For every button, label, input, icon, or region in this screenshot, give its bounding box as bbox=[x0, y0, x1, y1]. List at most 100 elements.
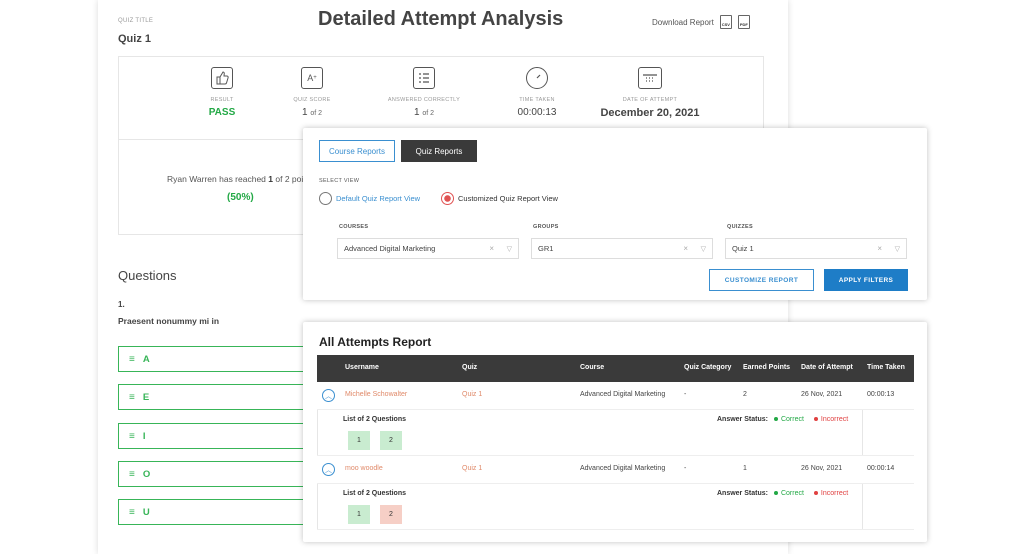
answered-correctly-value: 1 of 2 bbox=[413, 107, 435, 118]
column-header: Earned Points bbox=[743, 364, 791, 371]
course-cell: Advanced Digital Marketing bbox=[580, 465, 666, 472]
courses-select[interactable]: Advanced Digital Marketing × ▽ bbox=[337, 238, 519, 259]
answer-option[interactable]: ≡ I bbox=[118, 423, 308, 449]
answer-status-legend: Answer Status: Correct Incorrect bbox=[717, 490, 849, 497]
quiz-score-value: 1 of 2 bbox=[301, 107, 323, 118]
question-badge[interactable]: 2 bbox=[380, 431, 402, 450]
quiz-link[interactable]: Quiz 1 bbox=[462, 391, 482, 398]
username-link[interactable]: moo woodle bbox=[345, 465, 383, 472]
download-report: Download Report CSV PDF bbox=[652, 15, 750, 29]
courses-label: COURSES bbox=[339, 224, 369, 230]
category-cell: - bbox=[684, 391, 687, 398]
pdf-download-icon[interactable]: PDF bbox=[737, 15, 750, 29]
clear-icon[interactable]: × bbox=[683, 244, 688, 253]
question-badge[interactable]: 1 bbox=[348, 431, 370, 450]
question-list-label: List of 2 Questions bbox=[343, 416, 407, 423]
time-cell: 00:00:13 bbox=[867, 391, 895, 398]
question-badge[interactable]: 2 bbox=[380, 505, 402, 524]
checklist-icon bbox=[413, 67, 435, 89]
groups-select[interactable]: GR1 × ▽ bbox=[531, 238, 713, 259]
stat-time-taken: TIME TAKEN 00:00:13 bbox=[477, 67, 597, 118]
radio-customized-view[interactable]: Customized Quiz Report View bbox=[441, 192, 558, 205]
customize-report-button[interactable]: CUSTOMIZE REPORT bbox=[709, 269, 814, 291]
time-taken-value: 00:00:13 bbox=[517, 107, 557, 118]
stopwatch-icon bbox=[526, 67, 548, 89]
drag-handle-icon: ≡ bbox=[129, 353, 135, 365]
select-view-label: SELECT VIEW bbox=[319, 178, 360, 184]
date-of-attempt-value: December 20, 2021 bbox=[600, 107, 700, 119]
answer-option[interactable]: ≡ E bbox=[118, 384, 308, 410]
radio-circle bbox=[319, 192, 332, 205]
column-header: Quiz Category bbox=[684, 364, 732, 371]
stat-label: ANSWERED CORRECTLY bbox=[387, 97, 461, 103]
attempts-report-panel: All Attempts Report Username Quiz Course… bbox=[303, 322, 927, 542]
csv-download-icon[interactable]: CSV bbox=[719, 15, 732, 29]
stat-answered-correctly: ANSWERED CORRECTLY 1 of 2 bbox=[364, 67, 484, 118]
answer-option[interactable]: ≡ O bbox=[118, 461, 308, 487]
chevron-down-icon: ▽ bbox=[506, 245, 512, 253]
divider bbox=[317, 484, 318, 529]
table-row: ︿ moo woodle Quiz 1 Advanced Digital Mar… bbox=[317, 456, 914, 484]
question-badge[interactable]: 1 bbox=[348, 505, 370, 524]
quiz-title-label: QUIZ TITLE bbox=[118, 18, 154, 24]
category-cell: - bbox=[684, 465, 687, 472]
stat-label: TIME TAKEN bbox=[519, 97, 555, 103]
stat-label: DATE OF ATTEMPT bbox=[622, 97, 678, 103]
quizzes-label: QUIZZES bbox=[727, 224, 753, 230]
page-title: Detailed Attempt Analysis bbox=[318, 8, 564, 30]
quiz-link[interactable]: Quiz 1 bbox=[462, 465, 482, 472]
score-summary-box: Ryan Warren has reached 1 of 2 poi (50%) bbox=[118, 140, 328, 235]
question-number: 1. bbox=[118, 300, 125, 309]
time-cell: 00:00:14 bbox=[867, 465, 895, 472]
clear-icon[interactable]: × bbox=[877, 244, 882, 253]
question-text: Praesent nonummy mi in bbox=[118, 316, 220, 326]
clear-icon[interactable]: × bbox=[489, 244, 494, 253]
date-cell: 26 Nov, 2021 bbox=[801, 465, 843, 472]
stat-date-of-attempt: DATE OF ATTEMPT December 20, 2021 bbox=[585, 67, 715, 119]
answer-option[interactable]: ≡ U bbox=[118, 499, 308, 525]
course-cell: Advanced Digital Marketing bbox=[580, 391, 666, 398]
column-header: Time Taken bbox=[867, 364, 905, 371]
questions-heading: Questions bbox=[118, 268, 177, 283]
report-filters-panel: Course Reports Quiz Reports SELECT VIEW … bbox=[303, 128, 927, 300]
points-cell: 2 bbox=[743, 391, 747, 398]
reached-text: Ryan Warren has reached 1 of 2 poi bbox=[167, 174, 304, 184]
question-list-label: List of 2 Questions bbox=[343, 490, 407, 497]
tab-course-reports[interactable]: Course Reports bbox=[319, 140, 395, 162]
stat-quiz-score: A + QUIZ SCORE 1 of 2 bbox=[252, 67, 372, 118]
row-detail: List of 2 Questions Answer Status: Correc… bbox=[317, 410, 914, 456]
download-report-label: Download Report bbox=[652, 17, 714, 27]
stage: QUIZ TITLE Quiz 1 Detailed Attempt Analy… bbox=[0, 0, 1024, 554]
collapse-icon[interactable]: ︿ bbox=[322, 389, 335, 402]
drag-handle-icon: ≡ bbox=[129, 506, 135, 518]
answer-status-legend: Answer Status: Correct Incorrect bbox=[717, 416, 849, 423]
drag-handle-icon: ≡ bbox=[129, 430, 135, 442]
tab-quiz-reports[interactable]: Quiz Reports bbox=[401, 140, 477, 162]
username-link[interactable]: Michelle Schowalter bbox=[345, 391, 407, 398]
collapse-icon[interactable]: ︿ bbox=[322, 463, 335, 476]
column-header: Course bbox=[580, 364, 605, 371]
reached-percent: (50%) bbox=[227, 192, 254, 203]
stat-label: QUIZ SCORE bbox=[293, 97, 331, 103]
chevron-down-icon: ▽ bbox=[700, 245, 706, 253]
quizzes-select[interactable]: Quiz 1 × ▽ bbox=[725, 238, 907, 259]
table-header: Username Quiz Course Quiz Category Earne… bbox=[317, 355, 914, 382]
points-cell: 1 bbox=[743, 465, 747, 472]
row-detail: List of 2 Questions Answer Status: Correc… bbox=[317, 484, 914, 530]
thumbs-up-icon bbox=[211, 67, 233, 89]
report-title: All Attempts Report bbox=[319, 335, 432, 349]
radio-default-view[interactable]: Default Quiz Report View bbox=[319, 192, 420, 205]
drag-handle-icon: ≡ bbox=[129, 468, 135, 480]
divider bbox=[862, 410, 863, 455]
chevron-down-icon: ▽ bbox=[894, 245, 900, 253]
column-header: Username bbox=[345, 364, 379, 371]
apply-filters-button[interactable]: APPLY FILTERS bbox=[824, 269, 908, 291]
date-cell: 26 Nov, 2021 bbox=[801, 391, 843, 398]
table-row: ︿ Michelle Schowalter Quiz 1 Advanced Di… bbox=[317, 382, 914, 410]
groups-label: GROUPS bbox=[533, 224, 559, 230]
quiz-title: Quiz 1 bbox=[118, 33, 152, 45]
radio-circle-selected bbox=[441, 192, 454, 205]
answer-option[interactable]: ≡ A bbox=[118, 346, 308, 372]
drag-handle-icon: ≡ bbox=[129, 391, 135, 403]
score-icon: A + bbox=[301, 67, 323, 89]
